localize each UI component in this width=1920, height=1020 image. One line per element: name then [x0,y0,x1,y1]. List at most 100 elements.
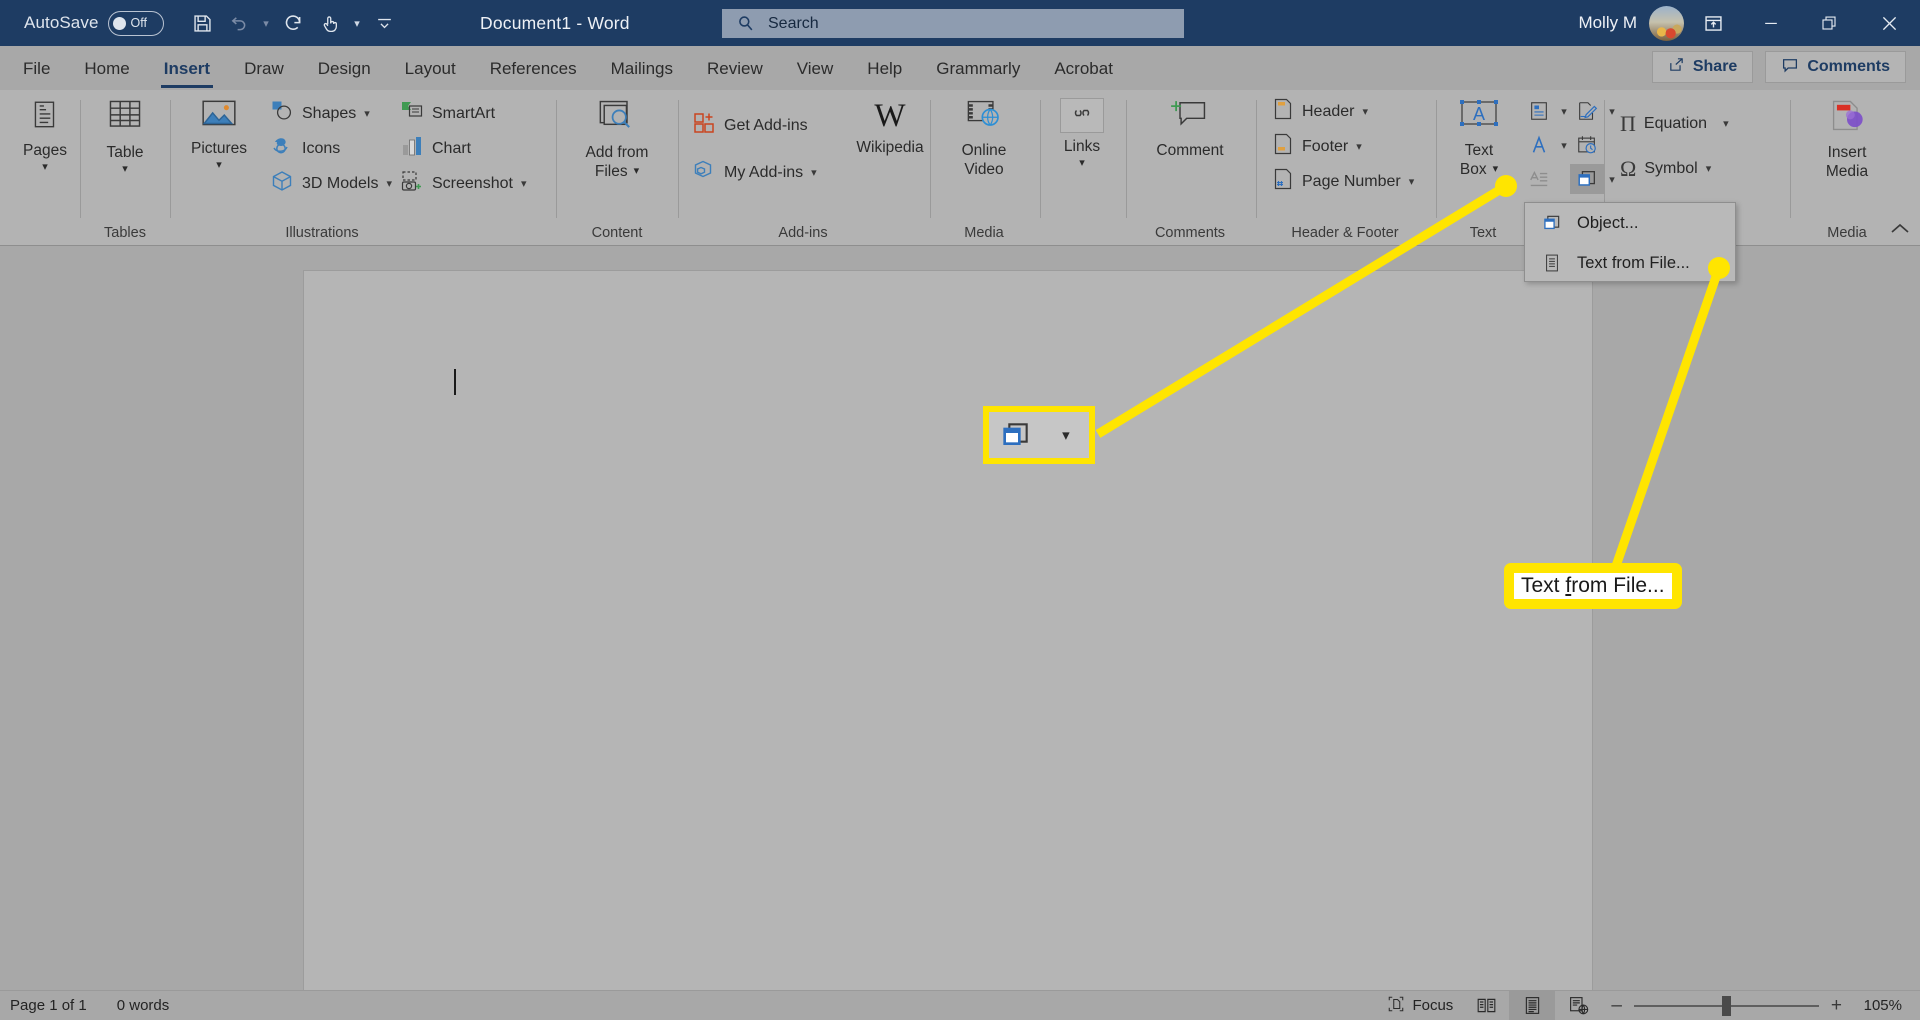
tab-layout[interactable]: Layout [388,48,473,90]
tab-mailings[interactable]: Mailings [594,48,690,90]
tab-review[interactable]: Review [690,48,780,90]
table-button[interactable]: Table ▾ [82,90,168,175]
account-area[interactable]: Molly M [1578,0,1684,46]
quick-parts-icon[interactable] [1522,96,1556,126]
page-number-button[interactable]: Page Number ▾ [1272,164,1414,199]
chevron-down-icon[interactable]: ▾ [386,177,392,190]
zoom-slider[interactable] [1634,1005,1819,1007]
get-addins-button[interactable]: Get Add-ins [692,108,817,143]
symbol-button[interactable]: Ω Symbol ▾ [1620,151,1729,186]
search-box[interactable] [722,9,1184,38]
ribbon-display-options-icon[interactable] [1684,0,1742,46]
zoom-percent-label[interactable]: 105% [1854,997,1902,1014]
collapse-ribbon-icon[interactable] [1890,222,1910,239]
zoom-in-button[interactable]: + [1831,995,1842,1017]
smartart-button[interactable]: SmartArt [400,96,526,131]
screenshot-button[interactable]: Screenshot ▾ [400,166,526,201]
text-box-button[interactable]: A Text Box ▾ [1442,90,1516,179]
chevron-down-icon[interactable]: ▾ [122,163,128,175]
chevron-down-icon[interactable]: ▾ [1723,117,1729,130]
object-button[interactable] [1570,164,1604,194]
add-from-files-button[interactable]: Add from Files ▾ [558,90,676,181]
chevron-down-icon[interactable]: ▾ [811,166,817,179]
drop-cap-icon[interactable] [1522,164,1556,194]
customize-quick-access-icon[interactable] [368,6,402,40]
print-layout-icon[interactable] [1509,991,1555,1020]
online-video-button[interactable]: Online Video [932,90,1036,179]
save-icon[interactable] [186,6,220,40]
tab-label: Draw [244,59,284,79]
menu-item-object[interactable]: Object... [1525,203,1735,243]
signature-line-icon[interactable] [1570,96,1604,126]
tab-view[interactable]: View [780,48,851,90]
add-from-files-label-line1: Add from [586,143,649,162]
avatar[interactable] [1649,6,1684,41]
document-canvas[interactable] [0,246,1920,990]
group-divider [678,100,679,218]
tab-references[interactable]: References [473,48,594,90]
zoom-slider-thumb[interactable] [1722,996,1731,1016]
tab-design[interactable]: Design [301,48,388,90]
my-addins-button[interactable]: My Add-ins ▾ [692,155,817,190]
touch-mode-dropdown-icon[interactable]: ▾ [349,6,366,40]
header-button[interactable]: Header ▾ [1272,94,1414,129]
tab-acrobat[interactable]: Acrobat [1037,48,1130,90]
chevron-down-icon[interactable]: ▾ [1362,105,1368,118]
chevron-down-icon[interactable]: ▾ [521,177,527,190]
comments-button[interactable]: Comments [1765,51,1906,83]
minimize-icon[interactable] [1742,0,1800,46]
chevron-down-icon[interactable]: ▾ [216,159,222,171]
chevron-down-icon[interactable]: ▾ [1706,162,1712,175]
insert-media-button[interactable]: Insert Media [1792,90,1902,181]
icons-button[interactable]: Icons [270,131,392,166]
redo-icon[interactable] [277,6,311,40]
focus-button[interactable]: Focus [1377,991,1463,1020]
tab-label: Insert [164,59,210,79]
undo-dropdown-icon[interactable]: ▾ [258,6,275,40]
tab-grammarly[interactable]: Grammarly [919,48,1037,90]
chevron-down-icon[interactable]: ▾ [1493,160,1499,179]
tab-draw[interactable]: Draw [227,48,301,90]
undo-icon[interactable] [222,6,256,40]
restore-icon[interactable] [1800,0,1858,46]
comments-label: Comments [1807,58,1890,76]
shapes-button[interactable]: Shapes ▾ [270,96,392,131]
chevron-down-icon[interactable]: ▾ [634,162,640,181]
document-page[interactable] [303,270,1593,990]
tab-file[interactable]: File [6,48,67,90]
wordart-icon[interactable] [1522,130,1556,160]
zoom-out-button[interactable]: – [1611,995,1622,1017]
tab-help[interactable]: Help [850,48,919,90]
comment-label: Comment [1156,141,1223,160]
autosave-toggle[interactable]: Off [108,11,164,36]
links-button[interactable]: Links ▾ [1042,90,1122,169]
tab-insert[interactable]: Insert [147,48,227,90]
tab-home[interactable]: Home [67,48,146,90]
comment-button[interactable]: Comment [1128,90,1252,160]
web-layout-icon[interactable] [1555,991,1601,1020]
pages-button[interactable]: Pages ▾ [6,90,84,173]
pictures-button[interactable]: Pictures ▾ [180,90,258,171]
close-icon[interactable] [1858,0,1920,46]
date-time-icon[interactable] [1570,130,1604,160]
menu-item-text-from-file[interactable]: Text from File... [1525,243,1735,283]
search-input[interactable] [768,15,1148,33]
touch-mode-icon[interactable] [313,6,347,40]
chevron-down-icon[interactable]: ▾ [364,107,370,120]
footer-button[interactable]: Footer ▾ [1272,129,1414,164]
equation-button[interactable]: Π Equation ▾ [1620,106,1729,141]
autosave-control[interactable]: AutoSave Off [24,11,164,36]
share-button[interactable]: Share [1652,51,1753,83]
page-info-label[interactable]: Page 1 of 1 [10,997,87,1014]
word-count-label[interactable]: 0 words [117,997,170,1014]
chevron-down-icon[interactable]: ▾ [1409,175,1415,188]
get-addins-icon [692,111,716,140]
read-mode-icon[interactable] [1463,991,1509,1020]
chevron-down-icon[interactable]: ▾ [1079,157,1085,169]
chart-button[interactable]: Chart [400,131,526,166]
ribbon-group-media: Online Video Media [932,90,1036,246]
wikipedia-button[interactable]: W Wikipedia [850,90,930,157]
chevron-down-icon[interactable]: ▾ [42,161,48,173]
3d-models-button[interactable]: 3D Models ▾ [270,166,392,201]
chevron-down-icon[interactable]: ▾ [1356,140,1362,153]
